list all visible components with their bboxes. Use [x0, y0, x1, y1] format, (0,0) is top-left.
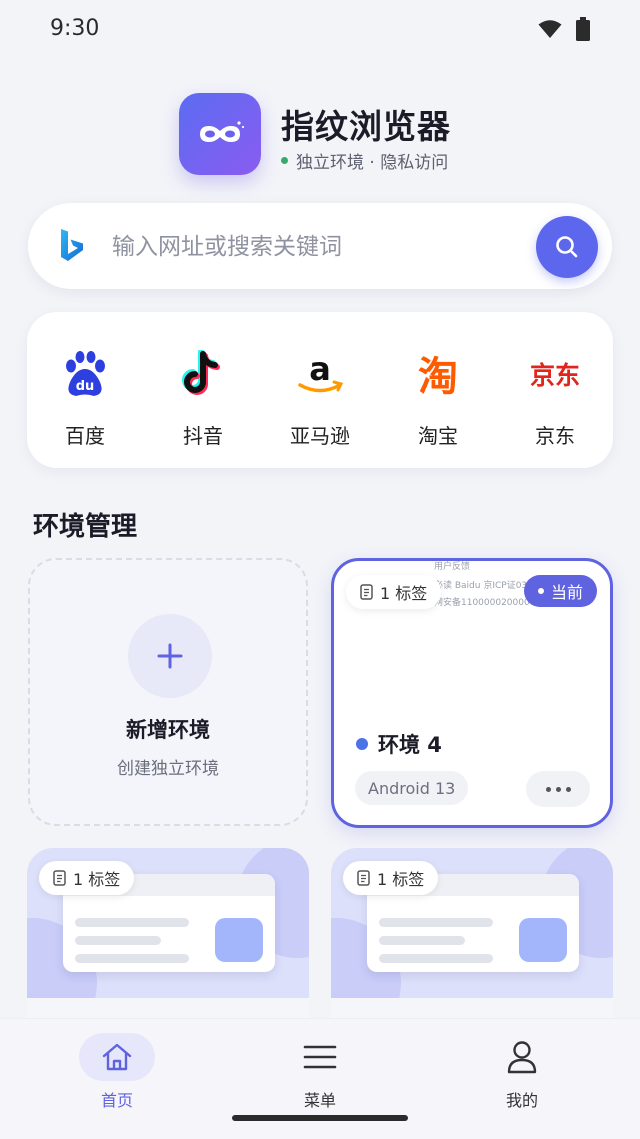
- preview-footer: [331, 998, 613, 1018]
- new-env-card[interactable]: 新增环境 创建独立环境: [28, 558, 308, 826]
- shortcut-label: 淘宝: [418, 424, 458, 448]
- section-title: 环境管理: [33, 512, 138, 542]
- svg-text:du: du: [76, 379, 95, 394]
- new-env-title: 新增环境: [126, 718, 210, 742]
- shortcut-taobao[interactable]: 淘 淘宝: [383, 342, 493, 449]
- more-dot: [545, 786, 551, 792]
- svg-text:京东: 京东: [530, 361, 580, 390]
- env-name: 环境 4: [356, 729, 442, 759]
- app-logo: [179, 93, 261, 175]
- ghost-page-text: 用户反馈: [434, 562, 471, 572]
- menu-icon: [303, 1045, 337, 1069]
- douyin-icon: [182, 350, 220, 395]
- ghost-page-text: 必读 Baidu 京ICP证030: [434, 581, 533, 591]
- home-icon: [102, 1043, 132, 1071]
- nav-menu[interactable]: 菜单: [260, 1033, 380, 1111]
- search-bar[interactable]: [28, 203, 612, 289]
- amazon-icon: a: [298, 350, 344, 393]
- status-time: 9:30: [50, 16, 100, 41]
- env-status-dot: [356, 738, 368, 750]
- nav-label: 菜单: [303, 1091, 336, 1110]
- search-icon: [556, 236, 578, 258]
- add-env-button[interactable]: [128, 614, 212, 698]
- baidu-icon: du: [66, 351, 105, 396]
- app-subtitle-text: 独立环境 · 隐私访问: [296, 153, 449, 173]
- preview-footer: [27, 998, 309, 1018]
- tab-count-text: 1 标签: [73, 870, 121, 889]
- more-dot: [565, 786, 571, 792]
- taobao-icon: 淘: [418, 354, 458, 398]
- tab-count-text: 1 标签: [380, 584, 428, 603]
- preview-line: [379, 918, 493, 927]
- preview-line: [379, 936, 465, 945]
- jd-icon: 京东: [530, 361, 580, 390]
- battery-icon: [576, 17, 590, 41]
- env-card-preview[interactable]: 1 标签: [27, 848, 309, 1018]
- document-icon: [53, 870, 66, 886]
- shortcut-baidu[interactable]: du 百度: [30, 342, 140, 449]
- nav-active-pill: [79, 1033, 155, 1081]
- env-name-text: 环境 4: [378, 733, 442, 757]
- preview-line: [379, 954, 493, 963]
- preview-tile: [215, 918, 263, 962]
- env-card-preview[interactable]: 1 标签: [331, 848, 613, 1018]
- nav-home[interactable]: 首页: [57, 1033, 177, 1111]
- status-dot: [281, 157, 288, 164]
- shortcut-douyin[interactable]: 抖音: [148, 342, 258, 449]
- badge-dot: [537, 588, 544, 594]
- ghost-page-text: 网安备110000020000: [434, 598, 530, 608]
- status-icons: [538, 17, 590, 41]
- user-icon: [507, 1041, 537, 1074]
- plus-icon: [157, 643, 183, 669]
- svg-text:淘: 淘: [418, 354, 458, 398]
- shortcut-amazon[interactable]: a 亚马逊: [265, 342, 375, 449]
- preview-line: [75, 954, 189, 963]
- preview-line: [75, 918, 189, 927]
- shortcut-jd[interactable]: 京东 京东: [500, 342, 610, 449]
- search-input[interactable]: [110, 223, 534, 271]
- bing-icon[interactable]: [58, 228, 86, 264]
- shortcut-grid: du 百度 抖音 a 亚马逊 淘 淘宝 京东 京东: [27, 312, 613, 468]
- os-chip: Android 13: [355, 771, 469, 805]
- current-badge: 当前: [523, 575, 597, 607]
- shortcut-label: 百度: [65, 424, 105, 448]
- app-title: 指纹浏览器: [281, 107, 451, 146]
- document-icon: [360, 584, 373, 600]
- shortcut-label: 抖音: [183, 424, 223, 448]
- document-icon: [357, 870, 370, 886]
- wifi-icon: [538, 20, 562, 38]
- nav-label: 首页: [100, 1091, 133, 1110]
- svg-text:a: a: [309, 350, 331, 388]
- current-badge-text: 当前: [550, 583, 583, 602]
- env-card-current[interactable]: 用户反馈 必读 Baidu 京ICP证030 网安备110000020000 1…: [331, 558, 613, 828]
- new-env-subtitle: 创建独立环境: [117, 759, 219, 779]
- app-subtitle: 独立环境 · 隐私访问: [281, 148, 448, 173]
- nav-label: 我的: [505, 1091, 538, 1110]
- nav-profile[interactable]: 我的: [462, 1033, 582, 1111]
- tab-count-chip: 1 标签: [343, 861, 439, 895]
- tab-count-chip: 1 标签: [346, 575, 442, 609]
- preview-line: [75, 936, 161, 945]
- shortcut-label: 亚马逊: [290, 424, 350, 448]
- search-button[interactable]: [536, 216, 598, 278]
- more-options-button[interactable]: [526, 771, 590, 807]
- home-indicator: [232, 1115, 408, 1121]
- mask-icon: [200, 121, 245, 142]
- more-dot: [555, 786, 561, 792]
- tab-count-text: 1 标签: [377, 870, 425, 889]
- preview-tile: [519, 918, 567, 962]
- shortcut-label: 京东: [535, 424, 575, 448]
- tab-count-chip: 1 标签: [39, 861, 135, 895]
